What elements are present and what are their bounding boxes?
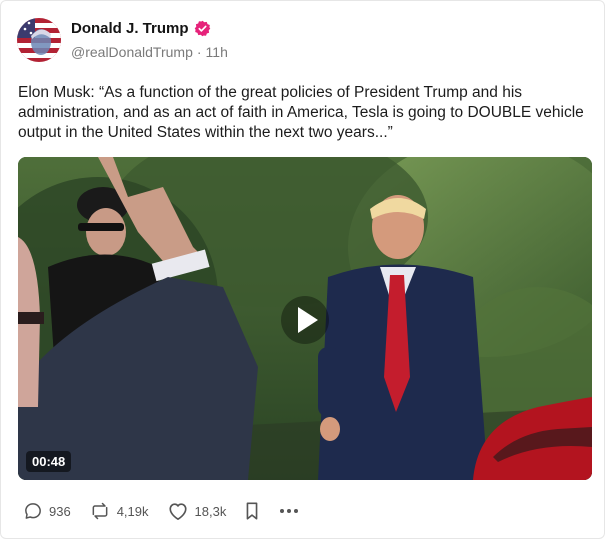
bookmark-button[interactable]	[244, 501, 260, 521]
author-display-name[interactable]: Donald J. Trump	[71, 20, 189, 37]
repost-icon	[92, 502, 108, 520]
author-meta-row: @realDonaldTrump · 11h	[71, 44, 228, 60]
like-button[interactable]: 18,3k	[167, 501, 227, 521]
more-icon	[280, 509, 299, 513]
avatar-image	[17, 18, 61, 62]
video-player[interactable]: 00:48	[18, 157, 592, 480]
reply-count: 936	[49, 503, 71, 519]
reply-icon	[25, 503, 41, 519]
author-handle[interactable]: @realDonaldTrump	[71, 44, 193, 60]
meta-separator: ·	[196, 44, 202, 60]
video-duration: 00:48	[26, 451, 72, 472]
post-timestamp[interactable]: 11h	[206, 44, 228, 60]
bookmark-icon	[246, 502, 258, 520]
more-button[interactable]	[278, 501, 300, 521]
heart-icon	[168, 503, 187, 520]
like-count: 18,3k	[194, 503, 227, 519]
repost-button[interactable]: 4,19k	[89, 501, 149, 521]
author-name-row: Donald J. Trump	[71, 20, 211, 37]
repost-count: 4,19k	[116, 503, 149, 519]
post-card: Donald J. Trump @realDonaldTrump · 11h E…	[0, 0, 605, 539]
verified-badge-icon	[194, 20, 211, 37]
play-icon	[281, 296, 329, 344]
avatar[interactable]	[17, 18, 61, 62]
play-button[interactable]	[280, 295, 330, 345]
post-actions: 936 4,19k 18,3k	[23, 501, 318, 521]
post-text: Elon Musk: “As a function of the great p…	[18, 84, 584, 141]
reply-button[interactable]: 936	[23, 501, 71, 521]
